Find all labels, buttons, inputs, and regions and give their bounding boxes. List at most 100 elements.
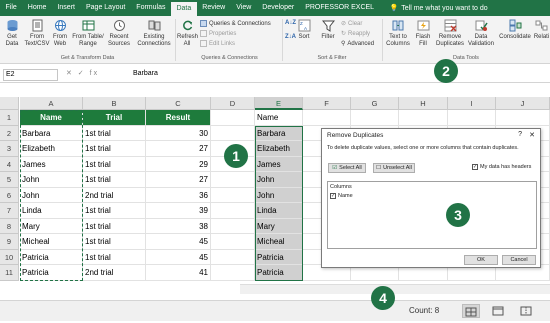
- empty-cell[interactable]: [211, 218, 255, 234]
- ok-button[interactable]: OK: [464, 255, 498, 265]
- cancel-button[interactable]: Cancel: [502, 255, 536, 265]
- recent-sources-button[interactable]: Recent Sources: [107, 19, 131, 48]
- empty-cell[interactable]: [211, 203, 255, 219]
- column-header-c[interactable]: C: [146, 97, 211, 110]
- table-cell[interactable]: 2nd trial: [83, 187, 146, 203]
- table-cell[interactable]: 41: [146, 265, 211, 281]
- empty-cell[interactable]: [303, 110, 351, 126]
- empty-cell[interactable]: [211, 110, 255, 126]
- my-data-has-headers-checkbox[interactable]: ✓ My data has headers: [472, 164, 531, 170]
- unselect-all-button[interactable]: ☐ Unselect All: [373, 163, 415, 173]
- table-cell[interactable]: 1st trial: [83, 249, 146, 265]
- table-cell[interactable]: 27: [146, 141, 211, 157]
- refresh-all-button[interactable]: Refresh All: [177, 19, 198, 48]
- properties-button[interactable]: Properties: [200, 30, 236, 37]
- tab-formulas[interactable]: Formulas: [131, 0, 171, 16]
- table-cell[interactable]: 1st trial: [83, 172, 146, 188]
- table-cell[interactable]: 29: [146, 156, 211, 172]
- from-text-button[interactable]: From Text/CSV: [24, 19, 50, 48]
- row-header-7[interactable]: 7: [0, 203, 19, 219]
- get-data-button[interactable]: Get Data: [3, 19, 21, 48]
- column-header-b[interactable]: B: [83, 97, 146, 110]
- close-button[interactable]: ✕: [529, 131, 535, 139]
- table-cell[interactable]: 1st trial: [83, 218, 146, 234]
- empty-cell[interactable]: [211, 249, 255, 265]
- table-cell[interactable]: 1st trial: [83, 203, 146, 219]
- column-e-cell[interactable]: Name: [255, 110, 303, 126]
- table-cell[interactable]: 39: [146, 203, 211, 219]
- filter-button[interactable]: Filter: [318, 19, 338, 41]
- empty-cell[interactable]: [211, 265, 255, 281]
- flash-fill-button[interactable]: Flash Fill: [413, 19, 433, 48]
- table-header-cell[interactable]: Result: [146, 110, 211, 126]
- table-cell[interactable]: 45: [146, 249, 211, 265]
- sort-za-button[interactable]: Z↓A: [285, 34, 296, 40]
- column-header-f[interactable]: F: [303, 97, 351, 110]
- empty-cell[interactable]: [351, 110, 399, 126]
- table-cell[interactable]: 45: [146, 234, 211, 250]
- table-cell[interactable]: 30: [146, 125, 211, 141]
- empty-cell[interactable]: [211, 187, 255, 203]
- table-cell[interactable]: 1st trial: [83, 125, 146, 141]
- queries-connections-button[interactable]: Queries & Connections: [200, 20, 271, 27]
- columns-listbox[interactable]: Columns ✓ Name: [327, 181, 537, 249]
- row-header-6[interactable]: 6: [0, 187, 19, 203]
- from-web-button[interactable]: From Web: [51, 19, 69, 48]
- formula-bar-fx[interactable]: ✕ ✓ fx: [66, 69, 99, 77]
- table-cell[interactable]: 38: [146, 218, 211, 234]
- page-break-view-button[interactable]: [518, 304, 536, 318]
- existing-connections-button[interactable]: Existing Connections: [136, 19, 172, 48]
- name-box[interactable]: E2: [3, 69, 58, 81]
- column-header-j[interactable]: J: [496, 97, 550, 110]
- page-layout-view-button[interactable]: [490, 304, 508, 318]
- advanced-button[interactable]: ⚲ Advanced: [341, 40, 374, 48]
- table-cell[interactable]: 1st trial: [83, 234, 146, 250]
- column-header-e[interactable]: E: [255, 97, 303, 110]
- column-header-g[interactable]: G: [351, 97, 399, 110]
- data-validation-button[interactable]: Data Validation: [466, 19, 496, 48]
- normal-view-button[interactable]: [462, 304, 480, 318]
- row-header-1[interactable]: 1: [0, 110, 19, 126]
- empty-cell[interactable]: [448, 110, 496, 126]
- table-cell[interactable]: 36: [146, 187, 211, 203]
- formula-input[interactable]: Barbara: [133, 70, 158, 77]
- table-cell[interactable]: 1st trial: [83, 156, 146, 172]
- tell-me-search[interactable]: 💡 Tell me what you want to do: [390, 4, 488, 13]
- help-button[interactable]: ?: [518, 131, 522, 138]
- tab-view[interactable]: View: [231, 0, 257, 16]
- row-header-11[interactable]: 11: [0, 265, 19, 281]
- column-header-a[interactable]: A: [20, 97, 83, 110]
- sort-az-button[interactable]: A↓Z: [285, 20, 296, 26]
- text-to-columns-button[interactable]: Text to Columns: [384, 19, 412, 48]
- horizontal-scrollbar[interactable]: [240, 284, 550, 294]
- row-header-3[interactable]: 3: [0, 141, 19, 157]
- row-header-9[interactable]: 9: [0, 234, 19, 250]
- column-header-d[interactable]: D: [211, 97, 255, 110]
- table-cell[interactable]: 2nd trial: [83, 265, 146, 281]
- row-header-4[interactable]: 4: [0, 156, 19, 172]
- tab-insert[interactable]: Insert: [52, 0, 81, 16]
- remove-duplicates-button[interactable]: Remove Duplicates: [435, 19, 465, 48]
- tab-page-layout[interactable]: Page Layout: [80, 0, 130, 16]
- tab-file[interactable]: File: [0, 0, 22, 16]
- select-all-button[interactable]: ☑ Select All: [328, 163, 366, 173]
- table-cell[interactable]: 27: [146, 172, 211, 188]
- reapply-button[interactable]: ↻ Reapply: [341, 30, 370, 38]
- empty-cell[interactable]: [496, 110, 550, 126]
- tab-home[interactable]: Home: [22, 0, 52, 16]
- row-header-10[interactable]: 10: [0, 249, 19, 265]
- from-table-button[interactable]: From Table/ Range: [70, 19, 106, 48]
- edit-links-button[interactable]: Edit Links: [200, 40, 235, 47]
- clear-button[interactable]: ⊘ Clear: [341, 20, 362, 28]
- column-header-h[interactable]: H: [399, 97, 448, 110]
- row-header-8[interactable]: 8: [0, 218, 19, 234]
- table-header-cell[interactable]: Trial: [83, 110, 146, 126]
- row-header-2[interactable]: 2: [0, 125, 19, 141]
- tab-data[interactable]: Data: [170, 0, 197, 16]
- empty-cell[interactable]: [211, 234, 255, 250]
- select-all-corner[interactable]: [0, 97, 19, 110]
- empty-cell[interactable]: [399, 110, 448, 126]
- consolidate-button[interactable]: Consolidate: [499, 19, 531, 41]
- empty-cell[interactable]: [211, 172, 255, 188]
- column-header-i[interactable]: I: [448, 97, 496, 110]
